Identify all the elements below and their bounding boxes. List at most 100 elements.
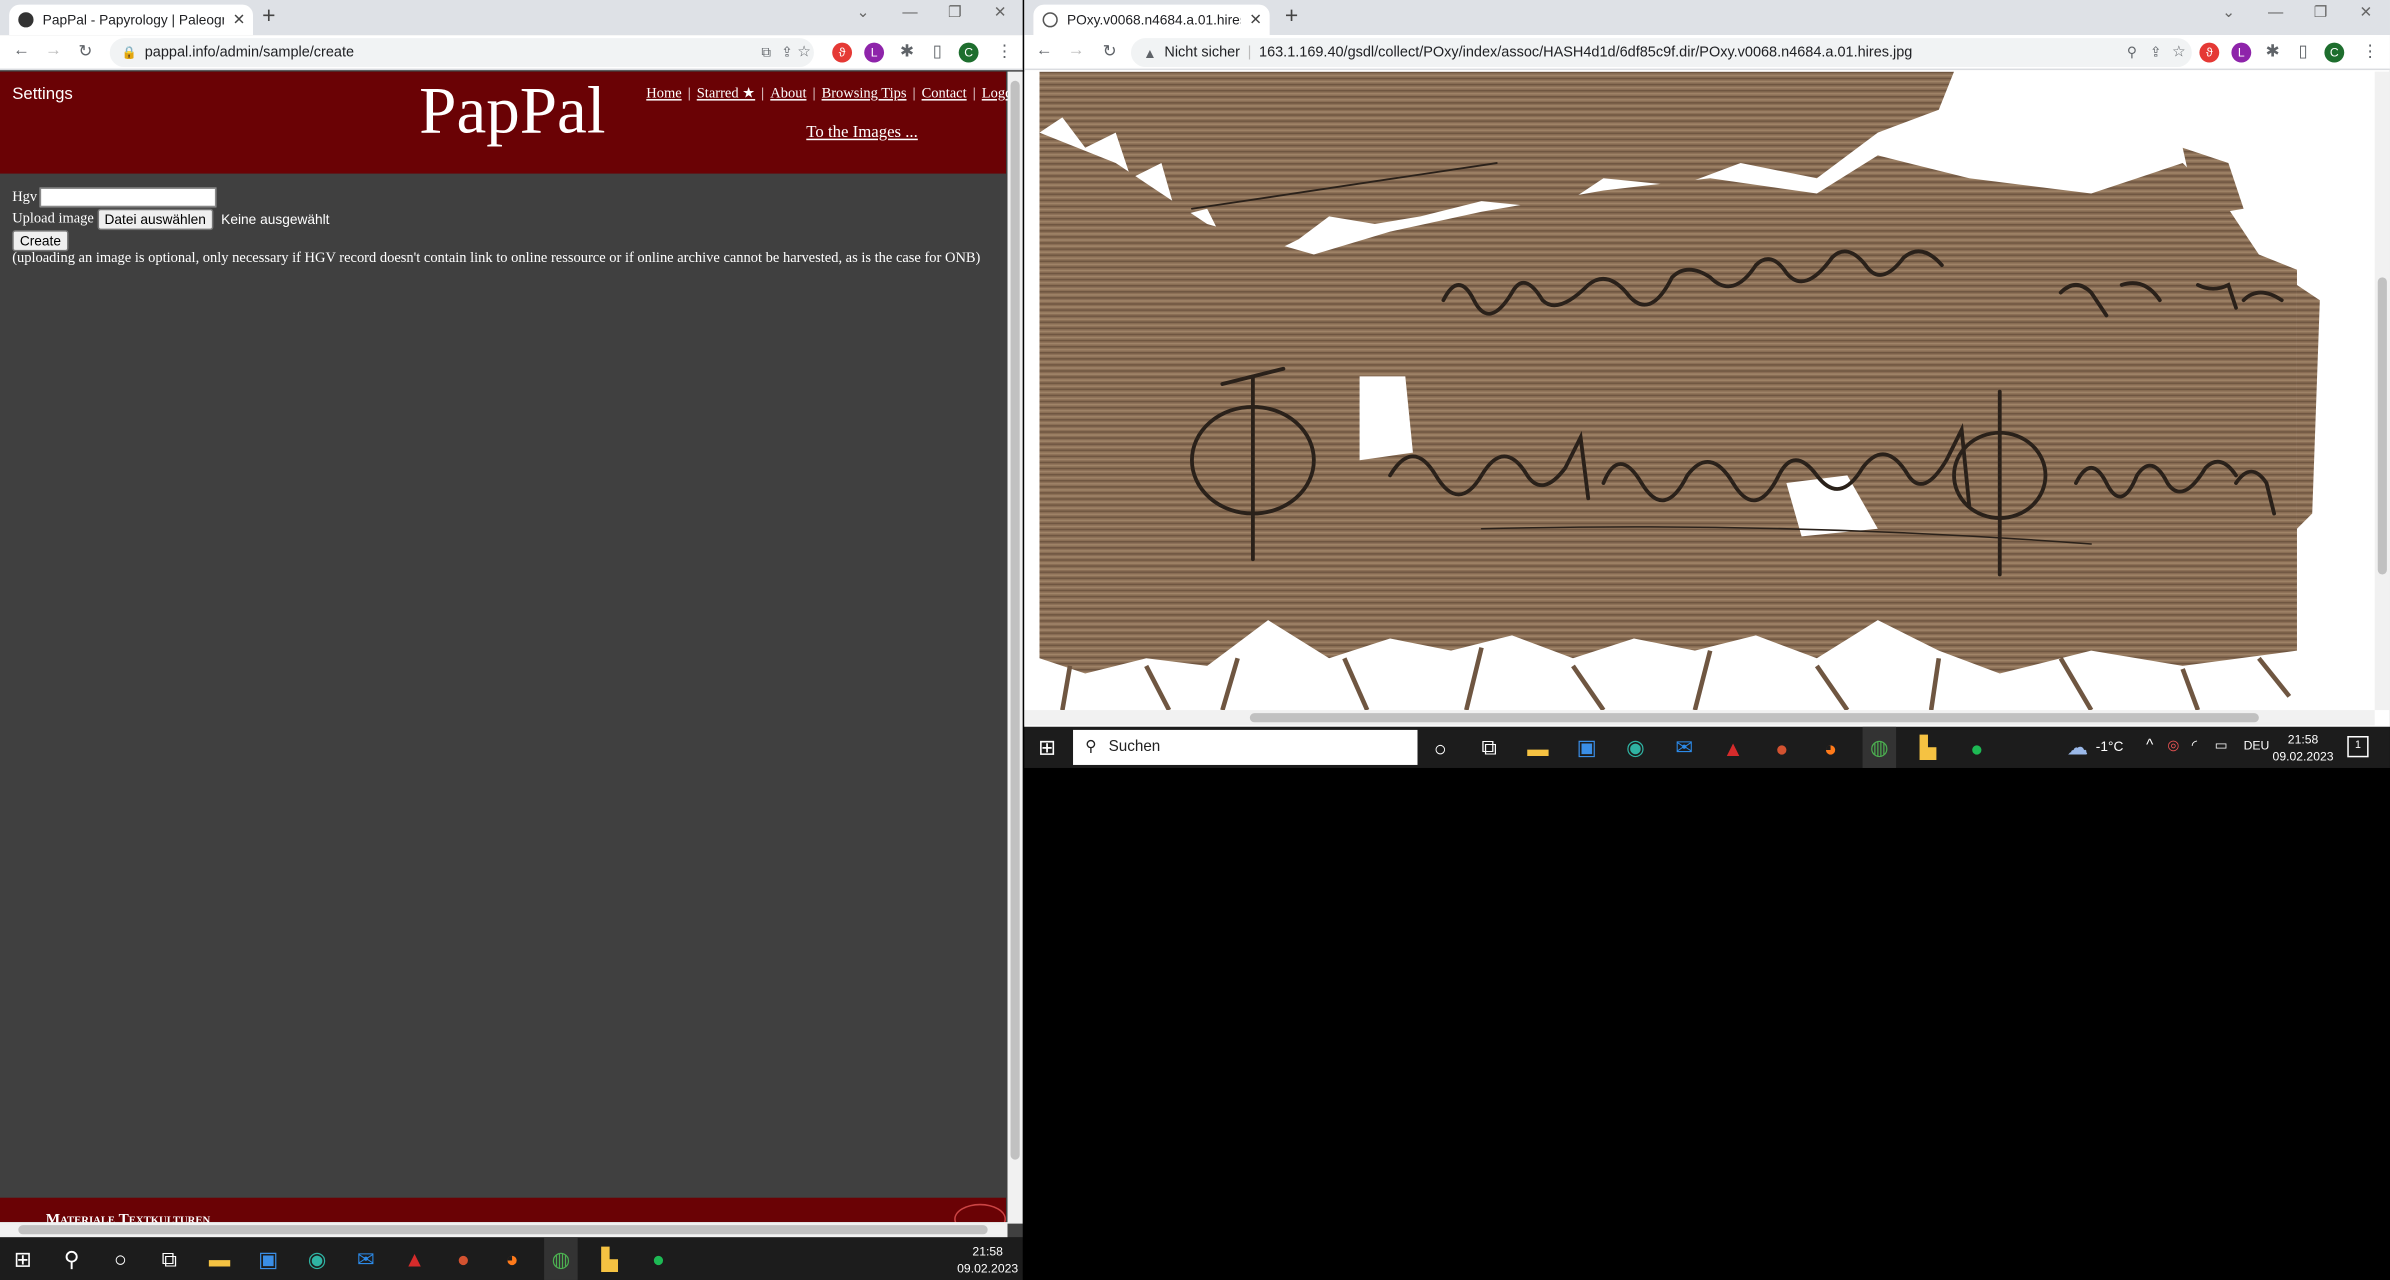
mail-icon[interactable]: ✉	[349, 1237, 383, 1280]
file-manager-icon[interactable]: ▙	[1911, 727, 1945, 768]
address-bar[interactable]: 🔒 pappal.info/admin/sample/create ⧉ ⇪ ☆	[109, 38, 814, 68]
spotify-icon[interactable]: ●	[1960, 727, 1994, 768]
papyrus-image-viewport[interactable]	[1024, 71, 2375, 711]
restore-icon[interactable]: ❐	[2314, 5, 2328, 22]
extensions-puzzle-icon[interactable]: ✱	[2262, 41, 2283, 61]
nav-contact[interactable]: Contact	[922, 87, 967, 102]
battery-icon[interactable]: ▭	[2215, 738, 2228, 755]
tray-app-icon[interactable]: ◎	[2167, 738, 2179, 755]
extensions-puzzle-icon[interactable]: ✱	[896, 41, 917, 61]
cortana-icon[interactable]: ○	[1424, 727, 1458, 768]
left-horizontal-scrollbar[interactable]	[0, 1222, 1008, 1238]
store-icon[interactable]: ▣	[1570, 727, 1604, 768]
share-icon[interactable]: ⇪	[2150, 44, 2162, 61]
bookmark-star-icon[interactable]: ☆	[2172, 44, 2186, 61]
acrobat-icon[interactable]: ▲	[1716, 727, 1750, 768]
extension-red-icon[interactable]: ϑ	[2199, 42, 2220, 63]
settings-link[interactable]: Settings	[12, 85, 73, 103]
profile-avatar[interactable]: C	[958, 42, 979, 63]
extension-purple-icon[interactable]: L	[864, 42, 885, 63]
close-tab-icon[interactable]: ✕	[233, 11, 253, 28]
create-button[interactable]: Create	[12, 230, 69, 252]
tab-pappal[interactable]: PapPal - Papyrology | Paleograph ✕	[9, 4, 254, 36]
right-vertical-scroll-thumb[interactable]	[2377, 277, 2387, 575]
nav-home[interactable]: Home	[646, 87, 681, 102]
file-explorer-icon[interactable]: ▬	[203, 1237, 237, 1280]
right-horizontal-scroll-thumb[interactable]	[1249, 713, 2259, 723]
file-manager-icon[interactable]: ▙	[593, 1237, 627, 1280]
tab-search-icon[interactable]: ⌄	[857, 5, 870, 22]
restore-icon[interactable]: ❐	[948, 5, 962, 22]
left-horizontal-scroll-thumb[interactable]	[18, 1225, 988, 1235]
address-bar[interactable]: ▲ Nicht sicher | 163.1.169.40/gsdl/colle…	[1130, 38, 2192, 68]
wifi-icon[interactable]: ◜	[2192, 738, 2197, 755]
close-window-icon[interactable]: ✕	[994, 5, 1007, 22]
left-vertical-scrollbar[interactable]	[1007, 71, 1023, 1224]
right-horizontal-scrollbar[interactable]	[1024, 710, 2375, 726]
right-vertical-scrollbar[interactable]	[2374, 71, 2390, 711]
nav-browsing-tips[interactable]: Browsing Tips	[822, 87, 907, 102]
firefox-icon[interactable]: ◕	[1814, 727, 1848, 768]
back-icon[interactable]: ←	[1033, 41, 1054, 59]
store-icon[interactable]: ▣	[251, 1237, 285, 1280]
forward-icon[interactable]: →	[1065, 41, 1086, 59]
edge-icon[interactable]: ◉	[300, 1237, 334, 1280]
right-clock[interactable]: 21:58 09.02.2023	[2268, 731, 2338, 765]
firefox-icon[interactable]: ◕	[495, 1237, 529, 1280]
task-view-icon[interactable]: ⧉	[1472, 727, 1506, 768]
task-view-icon[interactable]: ⧉	[152, 1237, 186, 1280]
nav-starred[interactable]: Starred ★	[697, 87, 755, 102]
close-window-icon[interactable]: ✕	[2359, 5, 2372, 22]
acrobat-icon[interactable]: ▲	[398, 1237, 432, 1280]
forward-icon[interactable]: →	[43, 41, 64, 59]
site-logo[interactable]: PapPal	[419, 72, 605, 150]
notification-center-icon[interactable]: 1	[2347, 735, 2369, 758]
edge-icon[interactable]: ◉	[1619, 727, 1653, 768]
reload-icon[interactable]: ↻	[75, 41, 96, 61]
powerpoint-icon[interactable]: ●	[447, 1237, 481, 1280]
new-tab-icon[interactable]: +	[262, 3, 275, 29]
to-the-images-link[interactable]: To the Images ...	[806, 123, 918, 141]
language-indicator[interactable]: DEU	[2244, 739, 2270, 753]
minimize-icon[interactable]: —	[902, 5, 917, 22]
close-tab-icon[interactable]: ✕	[1249, 11, 1269, 28]
left-vertical-scroll-thumb[interactable]	[1010, 80, 1020, 1160]
tray-chevron-icon[interactable]: ^	[2146, 738, 2153, 755]
profile-avatar[interactable]: C	[2324, 42, 2345, 63]
menu-icon[interactable]: ⋮	[994, 41, 1015, 61]
mail-icon[interactable]: ✉	[1667, 727, 1701, 768]
hgv-row: Hgv	[12, 187, 218, 208]
back-icon[interactable]: ←	[11, 41, 32, 59]
chrome-icon[interactable]: ◍	[544, 1237, 578, 1280]
new-tab-icon[interactable]: +	[1285, 3, 1298, 29]
chrome-icon[interactable]: ◍	[1862, 726, 1897, 768]
left-clock[interactable]: 21:58 09.02.2023	[954, 1243, 1021, 1277]
hgv-input[interactable]	[40, 187, 218, 208]
spotify-icon[interactable]: ●	[642, 1237, 676, 1280]
powerpoint-icon[interactable]: ●	[1765, 727, 1799, 768]
tab-search-icon[interactable]: ⌄	[2222, 5, 2235, 22]
share-icon[interactable]: ⇪	[781, 44, 793, 61]
extension-purple-icon[interactable]: L	[2231, 42, 2252, 63]
zoom-icon[interactable]: ⚲	[2127, 44, 2137, 61]
tab-image[interactable]: POxy.v0068.n4684.a.01.hires.jpg ✕	[1033, 4, 1270, 36]
translate-icon[interactable]: ⧉	[761, 44, 771, 61]
minimize-icon[interactable]: —	[2268, 5, 2283, 22]
weather-temp[interactable]: -1°C	[2096, 739, 2124, 754]
weather-icon[interactable]: ☁	[2061, 727, 2095, 768]
reload-icon[interactable]: ↻	[1099, 41, 1120, 61]
start-windows-icon[interactable]: ⊞	[6, 1237, 40, 1280]
cortana-icon[interactable]: ○	[104, 1237, 138, 1280]
security-status[interactable]: Nicht sicher	[1164, 44, 1240, 61]
bookmark-star-icon[interactable]: ☆	[797, 44, 811, 61]
start-windows-icon[interactable]: ⊞	[1027, 727, 1067, 768]
side-panel-icon[interactable]: ▯	[927, 41, 948, 61]
taskbar-search-box[interactable]: ⚲ Suchen	[1073, 729, 1418, 765]
file-explorer-icon[interactable]: ▬	[1521, 727, 1555, 768]
nav-about[interactable]: About	[770, 87, 806, 102]
choose-file-button[interactable]: Datei auswählen	[96, 208, 214, 231]
menu-icon[interactable]: ⋮	[2359, 41, 2380, 61]
side-panel-icon[interactable]: ▯	[2292, 41, 2313, 61]
extension-red-icon[interactable]: ϑ	[832, 42, 853, 63]
search-icon[interactable]: ⚲	[55, 1237, 89, 1280]
